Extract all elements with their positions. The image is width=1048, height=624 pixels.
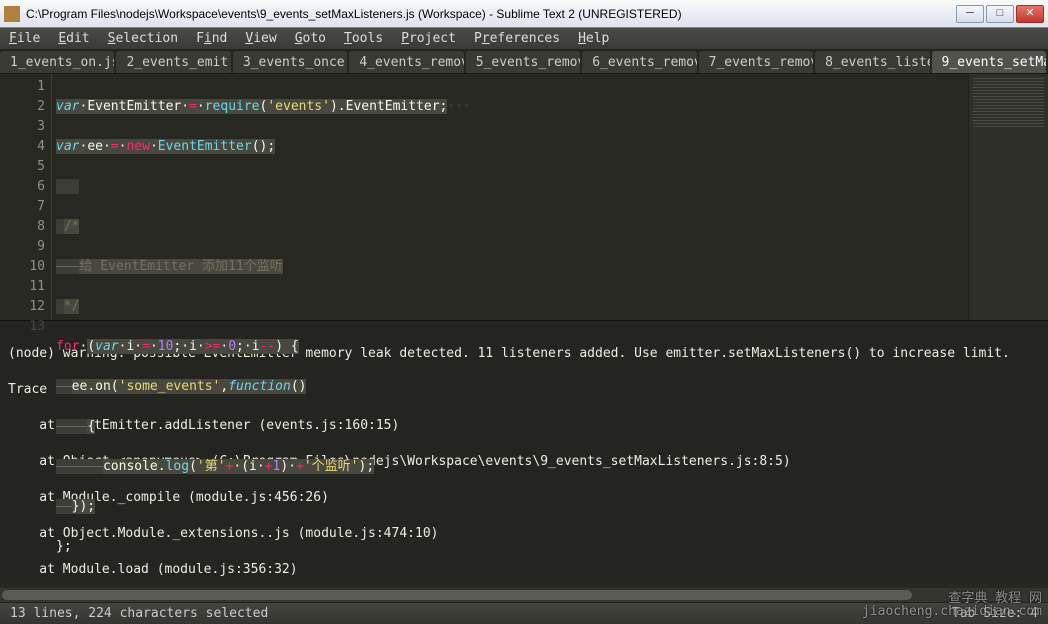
menu-preferences[interactable]: Preferences [465, 28, 569, 49]
window-controls: ─ □ ✕ [956, 5, 1044, 23]
minimap[interactable] [968, 74, 1048, 320]
menu-project[interactable]: Project [392, 28, 465, 49]
tab-7[interactable]: 7_events_remove× [699, 51, 813, 73]
gutter: 12345678910111213 [0, 74, 52, 320]
menu-help[interactable]: Help [569, 28, 618, 49]
tab-4[interactable]: 4_events_remove× [349, 51, 463, 73]
menu-goto[interactable]: Goto [286, 28, 335, 49]
tab-6[interactable]: 6_events_remove× [582, 51, 696, 73]
close-button[interactable]: ✕ [1016, 5, 1044, 23]
menu-selection[interactable]: Selection [99, 28, 187, 49]
maximize-button[interactable]: □ [986, 5, 1014, 23]
status-selection: 13 lines, 224 characters selected [10, 606, 268, 621]
tab-5[interactable]: 5_events_remove× [466, 51, 580, 73]
tabbar: 1_events_on.js× 2_events_emit.js× 3_even… [0, 50, 1048, 74]
menubar: File Edit Selection Find View Goto Tools… [0, 28, 1048, 50]
menu-view[interactable]: View [236, 28, 285, 49]
menu-tools[interactable]: Tools [335, 28, 392, 49]
code-content[interactable]: var·EventEmitter·=·require('events').Eve… [52, 74, 968, 320]
menu-file[interactable]: File [0, 28, 49, 49]
minimize-button[interactable]: ─ [956, 5, 984, 23]
menu-edit[interactable]: Edit [49, 28, 98, 49]
tab-8[interactable]: 8_events_listene× [815, 51, 929, 73]
editor[interactable]: 12345678910111213 var·EventEmitter·=·req… [0, 74, 1048, 320]
watermark: 查字典 教程 网 jiaocheng.chazidian.com [862, 592, 1042, 618]
window-title: C:\Program Files\nodejs\Workspace\events… [26, 7, 956, 21]
tab-9[interactable]: 9_events_setMax [932, 51, 1046, 73]
tab-1[interactable]: 1_events_on.js× [0, 51, 114, 73]
tab-3[interactable]: 3_events_once.js× [233, 51, 347, 73]
titlebar: C:\Program Files\nodejs\Workspace\events… [0, 0, 1048, 28]
menu-find[interactable]: Find [187, 28, 236, 49]
scrollbar-thumb[interactable] [2, 590, 912, 600]
tab-2[interactable]: 2_events_emit.js× [116, 51, 230, 73]
app-icon [4, 6, 20, 22]
